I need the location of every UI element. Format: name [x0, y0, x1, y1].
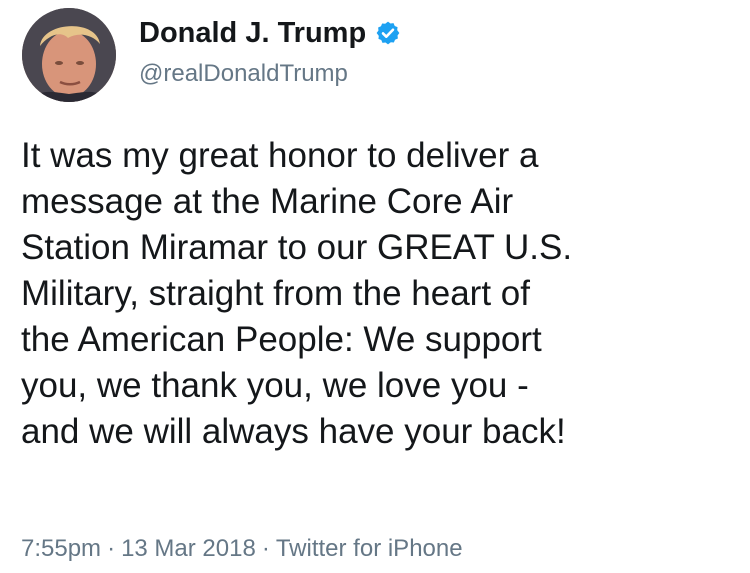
- verified-badge-icon: [375, 20, 401, 46]
- meta-separator: ·: [261, 535, 270, 562]
- tweet-date[interactable]: 13 Mar 2018: [121, 535, 256, 562]
- tweet-text-line: It was my great honor to deliver a: [21, 136, 539, 175]
- tweet-text-line: and we will always have your back!: [21, 412, 566, 451]
- tweet-text: It was my great honor to deliver a messa…: [21, 133, 741, 455]
- tweet-text-line: the American People: We support: [21, 320, 542, 359]
- meta-separator: ·: [107, 535, 116, 562]
- tweet-text-line: message at the Marine Core Air: [21, 182, 514, 221]
- tweet-text-line: Station Miramar to our GREAT U.S.: [21, 228, 573, 267]
- tweet-card: Donald J. Trump @realDonaldTrump It was …: [0, 0, 750, 573]
- author-handle[interactable]: @realDonaldTrump: [139, 59, 348, 89]
- author-name-row: Donald J. Trump: [139, 14, 401, 52]
- profile-photo-icon: [22, 8, 116, 102]
- tweet-source[interactable]: Twitter for iPhone: [276, 535, 463, 562]
- author-display-name[interactable]: Donald J. Trump: [139, 14, 366, 52]
- tweet-text-line: Military, straight from the heart of: [21, 274, 530, 313]
- tweet-meta: 7:55pm · 13 Mar 2018 · Twitter for iPhone: [21, 534, 463, 564]
- avatar[interactable]: [22, 8, 116, 102]
- tweet-time[interactable]: 7:55pm: [21, 535, 101, 562]
- tweet-text-line: you, we thank you, we love you -: [21, 366, 529, 405]
